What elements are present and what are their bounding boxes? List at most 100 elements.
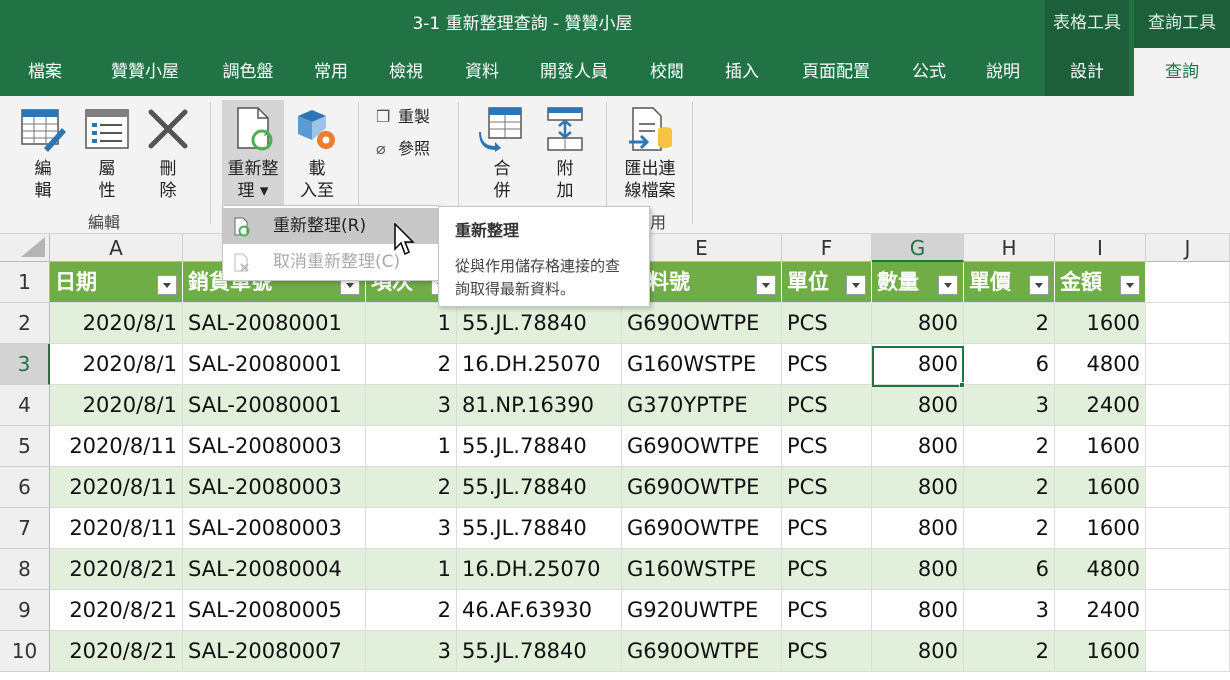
table-cell[interactable]: 1600	[1055, 303, 1146, 344]
fill-handle[interactable]	[959, 382, 965, 388]
table-cell[interactable]: 800	[872, 590, 964, 631]
empty-cell[interactable]	[1146, 262, 1230, 303]
table-cell[interactable]: G690OWTPE	[622, 631, 782, 672]
table-cell[interactable]: SAL-20080003	[183, 426, 366, 467]
empty-cell[interactable]	[1146, 344, 1230, 385]
table-cell[interactable]: G370YPTPE	[622, 385, 782, 426]
table-cell[interactable]: 1600	[1055, 508, 1146, 549]
row-header-2[interactable]: 2	[0, 303, 50, 344]
tab-palette[interactable]: 調色盤	[210, 48, 286, 96]
column-header-f[interactable]: F	[782, 234, 872, 262]
column-header-i[interactable]: I	[1055, 234, 1146, 262]
tab-formulas[interactable]: 公式	[900, 48, 958, 96]
table-cell[interactable]: 46.AF.63930	[457, 590, 622, 631]
tab-view[interactable]: 檢視	[376, 48, 436, 96]
table-cell[interactable]: 2020/8/11	[50, 426, 183, 467]
empty-cell[interactable]	[1146, 303, 1230, 344]
table-cell[interactable]: 800	[872, 344, 964, 385]
table-cell[interactable]: 2	[366, 590, 457, 631]
table-cell[interactable]: 3	[366, 508, 457, 549]
table-cell[interactable]: G920UWTPE	[622, 590, 782, 631]
table-cell[interactable]: SAL-20080001	[183, 385, 366, 426]
row-header-6[interactable]: 6	[0, 467, 50, 508]
table-header-cell[interactable]: 金額	[1055, 262, 1146, 303]
export-connection-button[interactable]: 匯出連 線檔案	[620, 106, 680, 202]
filter-dropdown-icon[interactable]	[1120, 275, 1140, 295]
tab-help[interactable]: 說明	[974, 48, 1032, 96]
table-cell[interactable]: 800	[872, 467, 964, 508]
empty-cell[interactable]	[1146, 426, 1230, 467]
tab-review[interactable]: 校閱	[636, 48, 698, 96]
append-button[interactable]: 附 加	[538, 106, 592, 202]
duplicate-button[interactable]: ❐ 重製	[376, 106, 430, 128]
table-cell[interactable]: 16.DH.25070	[457, 549, 622, 590]
table-cell[interactable]: 3	[366, 385, 457, 426]
table-cell[interactable]: 2020/8/1	[50, 385, 183, 426]
table-cell[interactable]: SAL-20080001	[183, 344, 366, 385]
table-cell[interactable]: 800	[872, 303, 964, 344]
row-header-8[interactable]: 8	[0, 549, 50, 590]
table-cell[interactable]: 55.JL.78840	[457, 303, 622, 344]
empty-cell[interactable]	[1146, 549, 1230, 590]
table-cell[interactable]: 3	[964, 385, 1055, 426]
empty-cell[interactable]	[1146, 467, 1230, 508]
table-cell[interactable]: G690OWTPE	[622, 426, 782, 467]
row-header-3[interactable]: 3	[0, 344, 50, 385]
table-cell[interactable]: 6	[964, 344, 1055, 385]
table-cell[interactable]: SAL-20080004	[183, 549, 366, 590]
table-cell[interactable]: PCS	[782, 385, 872, 426]
column-header-g[interactable]: G	[872, 234, 964, 262]
table-cell[interactable]: PCS	[782, 467, 872, 508]
table-cell[interactable]: SAL-20080001	[183, 303, 366, 344]
filter-dropdown-icon[interactable]	[756, 275, 776, 295]
tab-query[interactable]: 查詢	[1134, 48, 1230, 96]
table-cell[interactable]: 800	[872, 426, 964, 467]
properties-button[interactable]: 屬 性	[82, 106, 132, 202]
table-cell[interactable]: 2	[366, 467, 457, 508]
filter-dropdown-icon[interactable]	[1029, 275, 1049, 295]
table-cell[interactable]: G690OWTPE	[622, 508, 782, 549]
filter-dropdown-icon[interactable]	[846, 275, 866, 295]
table-cell[interactable]: 2020/8/11	[50, 467, 183, 508]
table-cell[interactable]: 800	[872, 631, 964, 672]
table-cell[interactable]: PCS	[782, 549, 872, 590]
row-header-10[interactable]: 10	[0, 631, 50, 672]
empty-cell[interactable]	[1146, 508, 1230, 549]
table-cell[interactable]: 800	[872, 549, 964, 590]
table-cell[interactable]: 1	[366, 303, 457, 344]
table-cell[interactable]: 2	[964, 508, 1055, 549]
filter-dropdown-icon[interactable]	[938, 275, 958, 295]
table-cell[interactable]: SAL-20080003	[183, 508, 366, 549]
table-cell[interactable]: 2	[964, 303, 1055, 344]
table-header-cell[interactable]: 數量	[872, 262, 964, 303]
table-cell[interactable]: PCS	[782, 508, 872, 549]
tab-insert[interactable]: 插入	[712, 48, 772, 96]
edit-button[interactable]: 編 輯	[18, 106, 68, 202]
row-header-1[interactable]: 1	[0, 262, 50, 303]
table-cell[interactable]: 1	[366, 549, 457, 590]
table-cell[interactable]: 2020/8/1	[50, 303, 183, 344]
table-cell[interactable]: 55.JL.78840	[457, 426, 622, 467]
empty-cell[interactable]	[1146, 385, 1230, 426]
table-cell[interactable]: SAL-20080005	[183, 590, 366, 631]
table-cell[interactable]: 3	[366, 631, 457, 672]
select-all-corner[interactable]	[0, 234, 50, 262]
table-cell[interactable]: G160WSTPE	[622, 549, 782, 590]
table-cell[interactable]: SAL-20080007	[183, 631, 366, 672]
reference-button[interactable]: ⌀ 參照	[376, 138, 430, 160]
table-header-cell[interactable]: 單位	[782, 262, 872, 303]
tab-page-layout[interactable]: 頁面配置	[788, 48, 884, 96]
table-cell[interactable]: G160WSTPE	[622, 344, 782, 385]
row-header-9[interactable]: 9	[0, 590, 50, 631]
row-header-7[interactable]: 7	[0, 508, 50, 549]
table-cell[interactable]: 2020/8/1	[50, 344, 183, 385]
table-cell[interactable]: 2	[964, 467, 1055, 508]
table-cell[interactable]: 4800	[1055, 549, 1146, 590]
table-cell[interactable]: 2	[366, 344, 457, 385]
tab-design[interactable]: 設計	[1045, 48, 1129, 96]
table-cell[interactable]: 2020/8/21	[50, 549, 183, 590]
column-header-j[interactable]: J	[1146, 234, 1230, 262]
empty-cell[interactable]	[1146, 590, 1230, 631]
table-cell[interactable]: 3	[964, 590, 1055, 631]
table-cell[interactable]: 2400	[1055, 590, 1146, 631]
